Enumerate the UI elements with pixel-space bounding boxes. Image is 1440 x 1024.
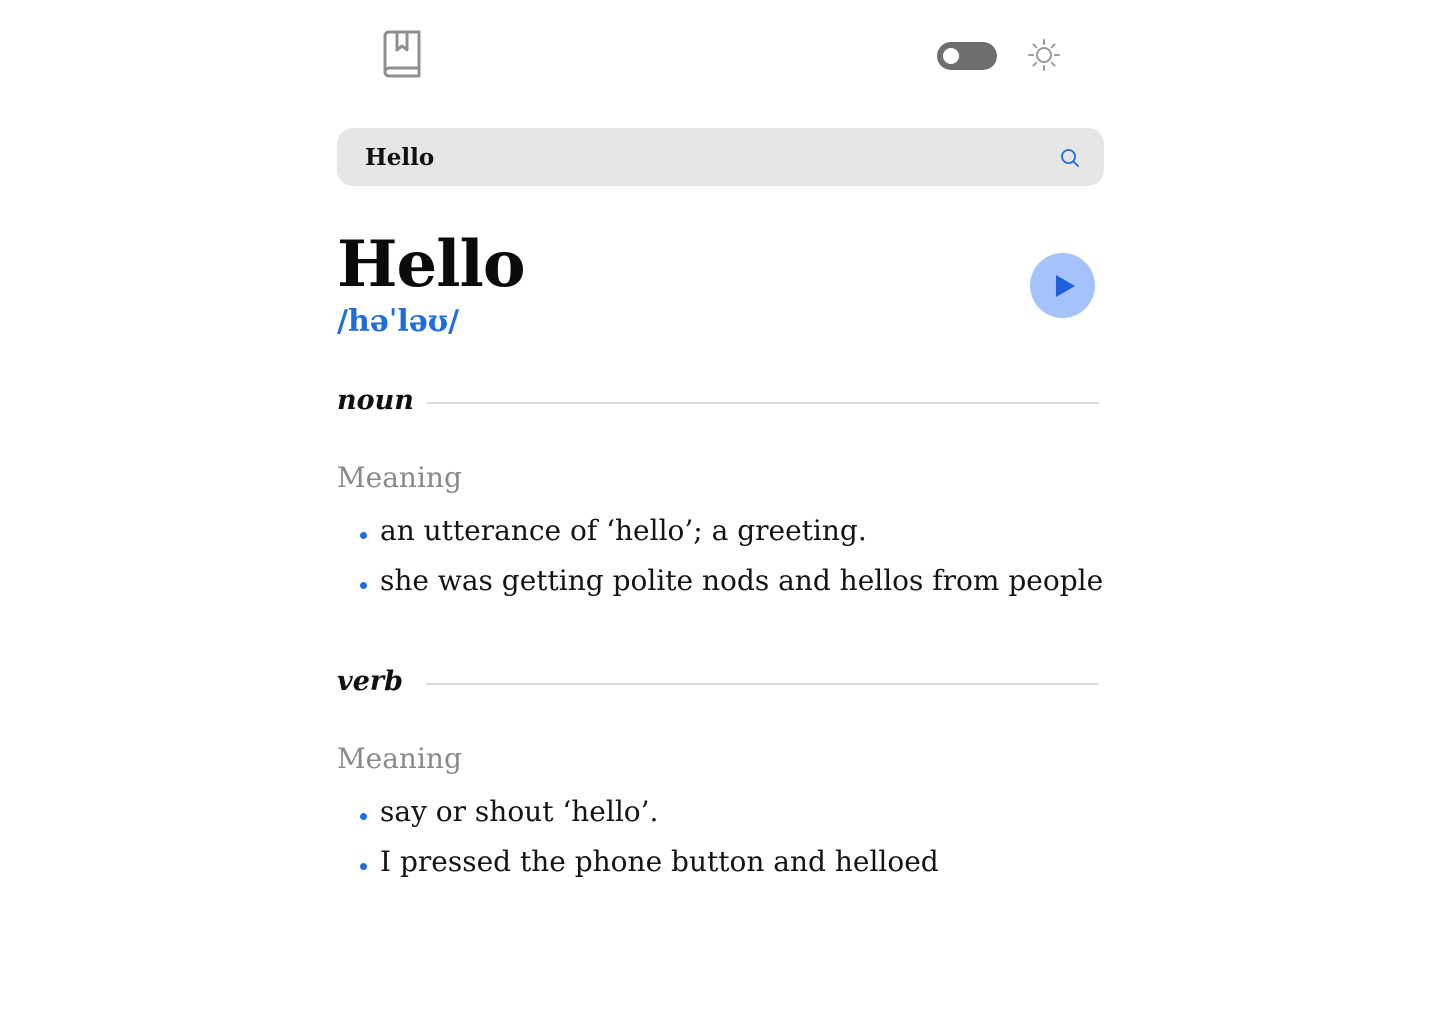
list-item: say or shout ‘hello’. bbox=[358, 792, 939, 832]
phonetic-text: /həˈləʊ/ bbox=[337, 304, 460, 339]
list-item: an utterance of ‘hello’; a greeting. bbox=[358, 511, 1103, 551]
book-bookmark-icon[interactable] bbox=[381, 30, 423, 80]
search-icon[interactable] bbox=[1058, 146, 1082, 170]
definition-text: she was getting polite nods and hellos f… bbox=[380, 564, 1104, 597]
part-of-speech-verb: verb bbox=[337, 662, 1099, 702]
search-input[interactable] bbox=[365, 128, 1045, 186]
list-item: she was getting polite nods and hellos f… bbox=[358, 561, 1103, 601]
word-title: Hello bbox=[337, 227, 525, 302]
dictionary-app: Hello /həˈləʊ/ noun Meaning an utterance… bbox=[0, 0, 1440, 1024]
theme-toggle[interactable] bbox=[937, 42, 997, 70]
meaning-label: Meaning bbox=[337, 461, 462, 494]
bullet-dot bbox=[360, 582, 367, 589]
list-item: I pressed the phone button and helloed bbox=[358, 842, 939, 882]
bullet-dot bbox=[360, 813, 367, 820]
part-of-speech-label: noun bbox=[337, 385, 414, 416]
meaning-label: Meaning bbox=[337, 742, 462, 775]
definition-list-noun: an utterance of ‘hello’; a greeting. she… bbox=[358, 511, 1103, 611]
definition-list-verb: say or shout ‘hello’. I pressed the phon… bbox=[358, 792, 939, 892]
section-divider bbox=[427, 402, 1099, 404]
header bbox=[337, 24, 1104, 88]
definition-text: I pressed the phone button and helloed bbox=[380, 845, 939, 878]
play-audio-button[interactable] bbox=[1030, 253, 1095, 318]
part-of-speech-label: verb bbox=[337, 666, 403, 697]
search-bar bbox=[337, 128, 1104, 186]
bullet-dot bbox=[360, 532, 367, 539]
play-icon bbox=[1056, 275, 1075, 297]
toggle-knob bbox=[943, 48, 959, 64]
part-of-speech-noun: noun bbox=[337, 381, 1099, 421]
definition-text: say or shout ‘hello’. bbox=[380, 795, 659, 828]
sun-icon[interactable] bbox=[1027, 38, 1061, 72]
bullet-dot bbox=[360, 863, 367, 870]
section-divider bbox=[426, 683, 1099, 685]
definition-text: an utterance of ‘hello’; a greeting. bbox=[380, 514, 867, 547]
